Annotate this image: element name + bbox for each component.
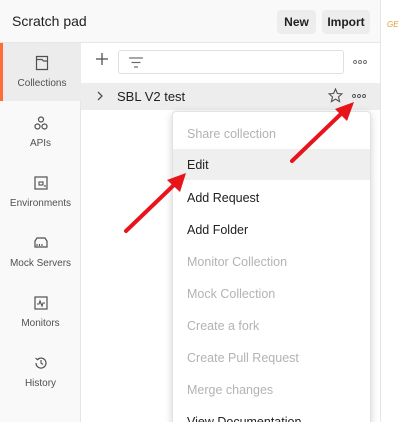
add-collection-icon[interactable] [95, 52, 109, 66]
new-button[interactable]: New [277, 10, 316, 34]
sidebar-item-environments[interactable]: Environments [0, 163, 81, 221]
sidebar-item-history[interactable]: History [0, 343, 81, 401]
sidebar-item-label: Mock Servers [9, 258, 72, 269]
sidebar-item-mock-servers[interactable]: Mock Servers [0, 223, 81, 281]
collection-context-menu: Share collection Edit Add Request Add Fo… [172, 111, 371, 422]
menu-item-add-request[interactable]: Add Request [173, 182, 370, 213]
workspace-title[interactable]: Scratch pad [12, 13, 87, 29]
collections-icon [35, 55, 49, 71]
menu-item-share-collection[interactable]: Share collection [173, 118, 370, 149]
import-button[interactable]: Import [322, 10, 370, 34]
menu-item-view-documentation[interactable]: View Documentation [173, 406, 370, 422]
adjacent-pane-text: GE [387, 20, 399, 29]
sidebar-item-label: Environments [9, 198, 72, 209]
sidebar-item-label: Monitors [21, 318, 60, 329]
sidebar-item-monitors[interactable]: Monitors [0, 283, 81, 341]
mock-servers-icon [33, 237, 48, 248]
environments-icon [33, 176, 48, 190]
menu-item-mock-collection[interactable]: Mock Collection [173, 278, 370, 309]
collection-more-options-icon[interactable] [352, 94, 366, 98]
sidebar-item-label: APIs [29, 138, 52, 149]
sidebar-item-label: Collections [17, 78, 67, 89]
sidebar: Collections APIs Environments Mock Serve… [0, 43, 81, 422]
filter-input[interactable] [118, 50, 344, 74]
adjacent-pane-edge: GE [380, 0, 399, 422]
menu-item-create-pull-request[interactable]: Create Pull Request [173, 342, 370, 373]
monitors-icon [33, 296, 48, 310]
menu-item-create-fork[interactable]: Create a fork [173, 310, 370, 341]
star-icon[interactable] [328, 88, 343, 103]
filter-icon [129, 57, 143, 68]
sidebar-item-apis[interactable]: APIs [0, 103, 81, 161]
sidebar-item-label: History [24, 378, 57, 389]
apis-icon [33, 116, 48, 130]
menu-item-add-folder[interactable]: Add Folder [173, 214, 370, 245]
menu-item-monitor-collection[interactable]: Monitor Collection [173, 246, 370, 277]
sidebar-item-collections[interactable]: Collections [0, 43, 81, 101]
more-options-icon[interactable] [353, 60, 367, 64]
menu-item-edit[interactable]: Edit [173, 149, 370, 180]
collection-row[interactable]: SBL V2 test [81, 83, 380, 110]
collection-name[interactable]: SBL V2 test [117, 89, 185, 104]
menu-item-merge-changes[interactable]: Merge changes [173, 374, 370, 405]
history-icon [34, 357, 47, 369]
workspace-header: Scratch pad New Import [0, 0, 380, 43]
chevron-right-icon[interactable] [96, 91, 104, 101]
